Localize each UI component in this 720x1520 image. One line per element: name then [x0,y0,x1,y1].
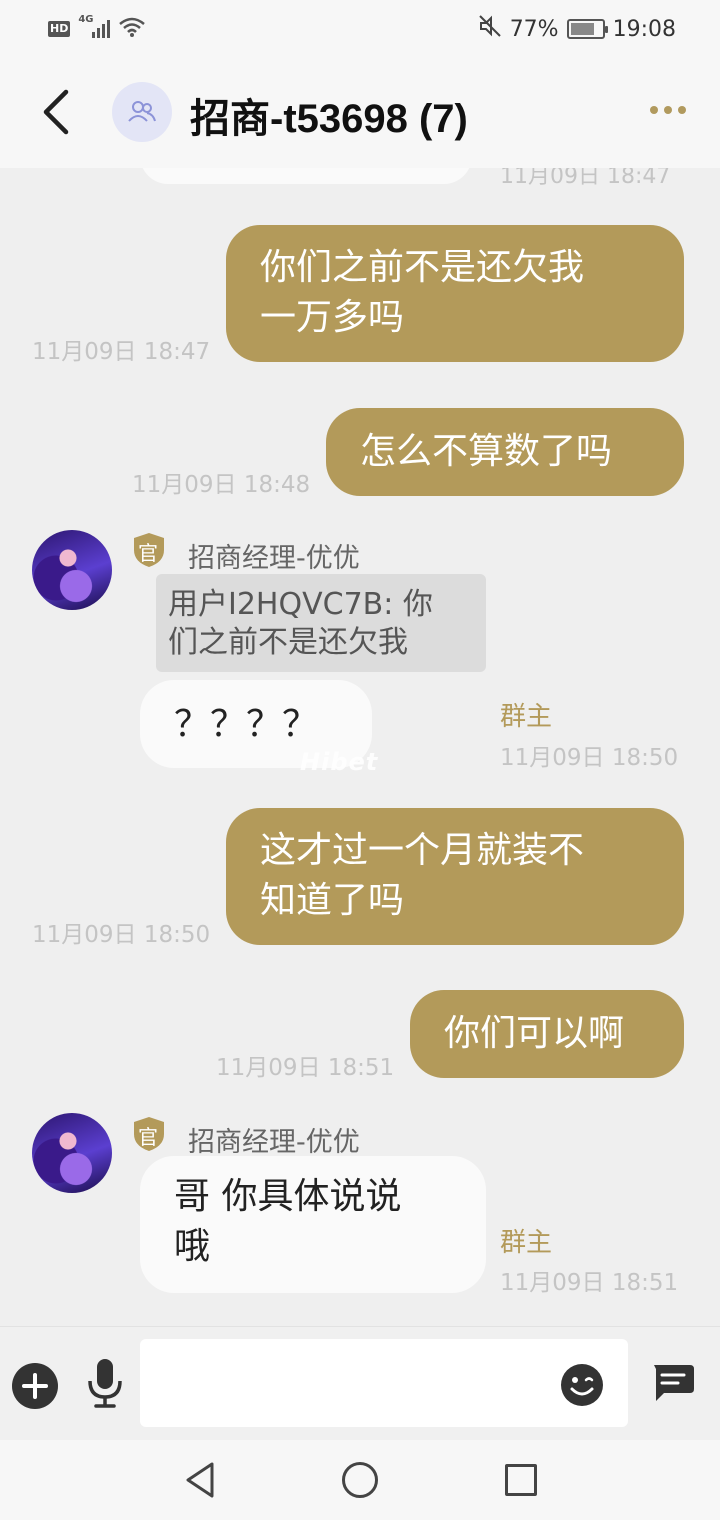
back-icon[interactable] [38,88,78,136]
battery-icon [566,19,608,39]
more-dot [650,106,658,114]
more-dot [664,106,672,114]
hd-badge: HD [48,21,71,37]
message-text-line: 知道了吗 [260,880,405,921]
message-text-line: 一万多吗 [260,297,405,338]
badge-label: 官 [138,1125,158,1149]
official-badge: 官 [132,1116,166,1152]
signal-icon: 4G [78,14,111,40]
outgoing-message[interactable]: 你们之前不是还欠我 一万多吗 [226,225,684,362]
quote-text-line: 用户I2HQVC7B: 你 [168,587,433,622]
plus-icon[interactable] [12,1363,58,1409]
status-right: 77% 19:08 [478,14,676,44]
nav-back-icon[interactable] [182,1460,218,1500]
official-badge: 官 [132,532,166,568]
owner-tag: 群主 [500,702,553,732]
status-bar: HD 4G 77% 19:08 [0,0,720,56]
quoted-message[interactable]: 用户I2HQVC7B: 你 们之前不是还欠我 [156,574,486,672]
group-avatar[interactable] [112,82,172,142]
message-text-line: 这才过一个月就装不 [260,830,585,871]
sender-name: 招商经理-优优 [188,543,360,574]
outgoing-message[interactable]: 你们可以啊 [410,990,684,1078]
message-text: ？？？？ [174,704,319,745]
message-list[interactable]: 11月09日 18:47 你们之前不是还欠我 一万多吗 11月09日 18:47… [0,168,720,1326]
clock: 19:08 [612,16,676,42]
message-time: 11月09日 18:47 [500,168,671,189]
message-time: 11月09日 18:51 [216,1055,395,1081]
message-text-line: 哥 你具体说说 [174,1176,402,1217]
message-time: 11月09日 18:50 [500,745,679,771]
emoji-icon[interactable] [560,1363,604,1407]
owner-tag: 群主 [500,1228,553,1258]
message-text-line: 你们之前不是还欠我 [260,247,585,288]
more-dot [678,106,686,114]
page-title: 招商-t53698 (7) [190,97,468,141]
message-text: 你们可以啊 [444,1013,625,1054]
more-icon[interactable] [650,106,686,114]
nav-recent-icon[interactable] [505,1464,537,1496]
nav-home-icon[interactable] [342,1462,378,1498]
message-time: 11月09日 18:50 [32,922,211,948]
avatar[interactable] [32,1113,112,1193]
incoming-message[interactable]: 哥 你具体说说 哦 [140,1156,486,1293]
status-left: HD 4G [48,14,146,42]
sender-name: 招商经理-优优 [188,1127,360,1158]
message-bubble-clipped[interactable] [140,168,472,184]
message-time: 11月09日 18:51 [500,1270,679,1296]
message-input[interactable] [140,1339,628,1427]
battery-fill [570,23,594,35]
watermark: Hibet [300,748,379,776]
system-nav-bar [0,1440,720,1520]
message-time: 11月09日 18:47 [32,339,211,365]
battery-percent: 77% [509,16,559,42]
outgoing-message[interactable]: 怎么不算数了吗 [326,408,684,496]
quote-text-line: 们之前不是还欠我 [168,625,408,660]
badge-label: 官 [138,541,158,565]
outgoing-message[interactable]: 这才过一个月就装不 知道了吗 [226,808,684,945]
message-text-line: 哦 [174,1226,211,1267]
chat-header: 招商-t53698 (7) [0,56,720,168]
message-time: 11月09日 18:48 [132,472,311,498]
quick-reply-icon[interactable] [650,1361,698,1405]
avatar[interactable] [32,530,112,610]
mute-icon [478,14,502,44]
group-icon [128,101,156,122]
message-text: 怎么不算数了吗 [360,431,613,472]
microphone-icon[interactable] [86,1357,124,1409]
wifi-icon [118,16,146,42]
input-bar [0,1326,720,1440]
